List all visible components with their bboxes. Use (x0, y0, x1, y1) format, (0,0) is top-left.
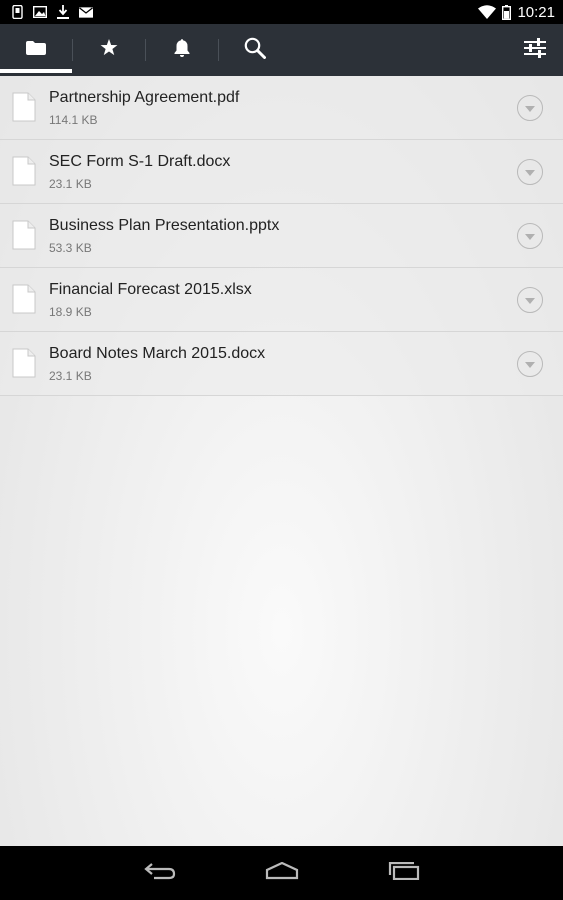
file-size: 114.1 KB (49, 113, 98, 127)
app-toolbar (0, 24, 563, 76)
back-button[interactable] (135, 853, 185, 893)
document-icon (12, 348, 36, 378)
battery-icon (502, 4, 512, 20)
chevron-down-icon (525, 355, 535, 373)
file-list-panel: Partnership Agreement.pdf 114.1 KB SEC F… (0, 76, 563, 846)
back-icon (143, 862, 176, 885)
file-menu-button[interactable] (517, 287, 543, 313)
file-name: Partnership Agreement.pdf (49, 89, 240, 106)
star-icon (100, 39, 118, 61)
document-icon (12, 156, 36, 186)
home-button[interactable] (257, 853, 307, 893)
chevron-down-icon (525, 163, 535, 181)
file-size: 18.9 KB (49, 305, 92, 319)
document-icon (12, 284, 36, 314)
home-icon (265, 861, 299, 885)
file-row[interactable]: Partnership Agreement.pdf 114.1 KB (0, 76, 563, 140)
system-nav-bar (0, 846, 563, 900)
chevron-down-icon (525, 99, 535, 117)
settings-button[interactable] (507, 24, 563, 76)
recent-apps-button[interactable] (379, 853, 429, 893)
bell-icon (174, 38, 190, 62)
search-icon (244, 37, 266, 64)
notification-icons (10, 5, 93, 19)
wifi-icon (478, 5, 497, 19)
recent-apps-icon (388, 861, 420, 885)
file-row[interactable]: Business Plan Presentation.pptx 53.3 KB (0, 204, 563, 268)
chevron-down-icon (525, 291, 535, 309)
file-size: 53.3 KB (49, 241, 92, 255)
file-list: Partnership Agreement.pdf 114.1 KB SEC F… (0, 76, 563, 396)
file-menu-button[interactable] (517, 223, 543, 249)
file-size: 23.1 KB (49, 369, 92, 383)
file-size: 23.1 KB (49, 177, 92, 191)
document-icon (12, 92, 36, 122)
tab-search[interactable] (219, 24, 291, 76)
file-name: Financial Forecast 2015.xlsx (49, 281, 252, 298)
file-menu-button[interactable] (517, 159, 543, 185)
file-menu-button[interactable] (517, 95, 543, 121)
image-icon (33, 5, 47, 19)
file-row[interactable]: SEC Form S-1 Draft.docx 23.1 KB (0, 140, 563, 204)
tab-favorites[interactable] (73, 24, 145, 76)
document-icon (12, 220, 36, 250)
file-row[interactable]: Board Notes March 2015.docx 23.1 KB (0, 332, 563, 396)
file-name: Business Plan Presentation.pptx (49, 217, 280, 234)
file-name: Board Notes March 2015.docx (49, 345, 266, 362)
clock: 10:21 (517, 3, 555, 21)
tab-files[interactable] (0, 24, 72, 76)
download-icon (56, 5, 70, 19)
phone-storage-icon (10, 5, 24, 19)
system-icons: 10:21 (478, 4, 555, 21)
tab-notifications[interactable] (146, 24, 218, 76)
chevron-down-icon (525, 227, 535, 245)
status-bar: 10:21 (0, 0, 563, 24)
folder-icon (26, 40, 46, 60)
file-name: SEC Form S-1 Draft.docx (49, 153, 231, 170)
file-row[interactable]: Financial Forecast 2015.xlsx 18.9 KB (0, 268, 563, 332)
file-menu-button[interactable] (517, 351, 543, 377)
sliders-icon (524, 37, 546, 63)
mail-icon (79, 5, 93, 19)
